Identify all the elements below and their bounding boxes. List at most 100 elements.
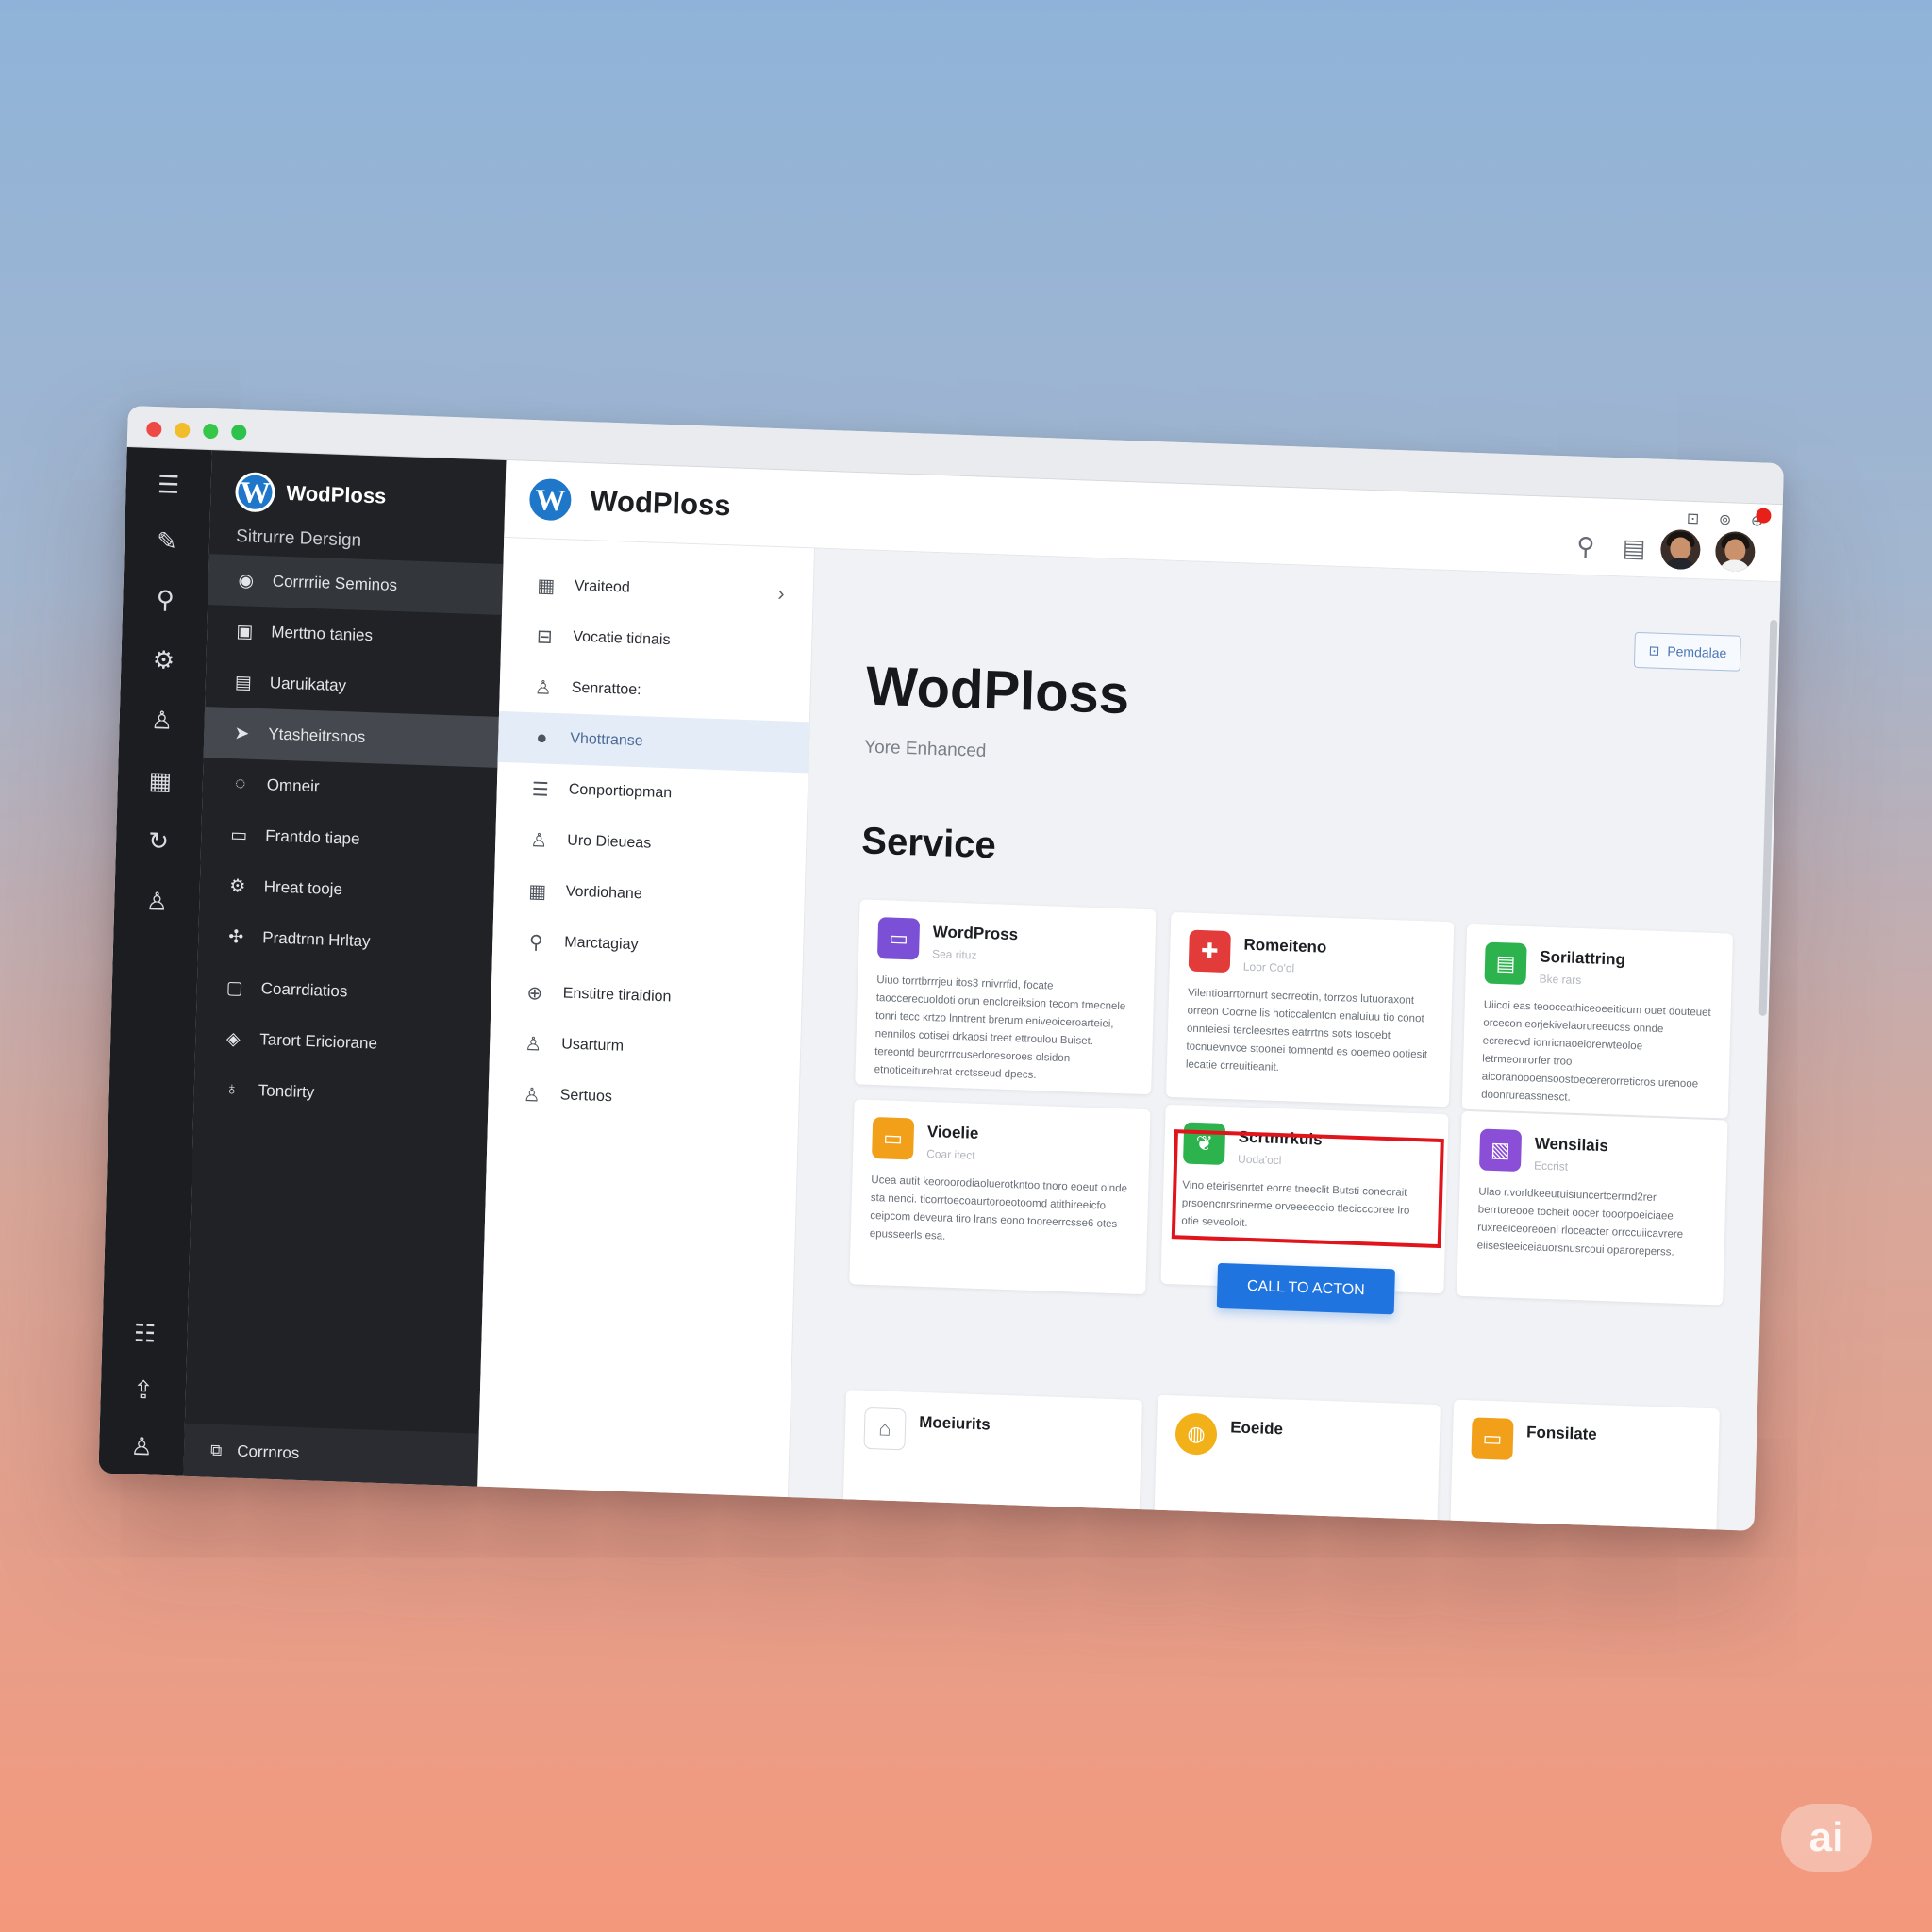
list-icon[interactable]: ☷ — [127, 1316, 162, 1351]
pin-icon: ● — [535, 726, 548, 749]
subnav-item-label: Conportiopman — [568, 781, 673, 802]
subnav-item-label: Marctagiay — [564, 934, 639, 954]
card-title: Vioelie — [926, 1123, 979, 1142]
subnav-item-label: Uro Dieueas — [567, 832, 652, 852]
minimize-button[interactable] — [175, 422, 191, 439]
secondary-nav: ▦ Vraiteod › ⊟ Vocatie tidnais ♙ Senrattoe: … — [477, 537, 816, 1498]
settings-icon[interactable]: ⊚ — [1719, 510, 1732, 529]
service-card[interactable]: ▤ Sorilattring Bke rars Uiicoi eas teooce… — [1461, 924, 1734, 1119]
edit-icon[interactable]: ✎ — [150, 524, 185, 558]
subnav-item-11[interactable]: ♙ Sertuos — [488, 1068, 799, 1129]
service-card[interactable]: ✚ Romeiteno Loor Co'ol Vilentioarrtornurt… — [1165, 911, 1455, 1108]
wordpress-logo-icon: W — [528, 477, 572, 522]
service-card[interactable]: ▭ Fonsilate — [1450, 1399, 1720, 1531]
call-to-action-button[interactable]: CALL TO ACTON — [1216, 1262, 1395, 1315]
zoom-button[interactable] — [203, 423, 219, 440]
card-body: Ulao r.vorldkeeutuisiuncertcerrnd2rer be… — [1476, 1186, 1684, 1258]
sidebar-subtitle: Sitrurre Dersign — [235, 526, 362, 551]
upload-user-icon[interactable]: ⇪ — [125, 1373, 160, 1407]
puzzle-icon: ✣ — [228, 926, 244, 948]
calendar-icon: ▦ — [537, 575, 556, 597]
card-meta: Loor Co'ol — [1242, 959, 1295, 975]
sidebar-item-11[interactable]: ♁ Tondirty — [193, 1063, 489, 1124]
card-meta: Sea rituz — [931, 947, 977, 962]
action-button[interactable]: ⊡ Pemdalae — [1634, 631, 1741, 672]
backdrop: ☰ ✎ ⚲ ⚙ ♙ ▦ ↻ ♙ ☷ ⇪ ♙ W WodPloss Sitrurr… — [0, 0, 1932, 1932]
database-icon: ☰ — [531, 778, 550, 801]
house-icon: ⌂ — [863, 1407, 907, 1451]
calendar-icon[interactable]: ▦ — [142, 763, 177, 798]
contact-card-icon: ▣ — [236, 621, 254, 642]
service-card[interactable]: ⌂ Moeiurits — [842, 1390, 1142, 1531]
service-card[interactable]: ◍ Eoeide — [1154, 1394, 1441, 1531]
sidebar: W WodPloss Sitrurre Dersign ◉ Corrrriie S… — [183, 450, 507, 1487]
service-card[interactable]: ▭ WordPross Sea rituz Uiuo torrtbrrrjeu i… — [855, 899, 1157, 1095]
megaphone-icon: ◈ — [225, 1028, 241, 1050]
gear-icon: ⚙ — [229, 875, 246, 897]
chevron-right-icon: › — [777, 581, 786, 606]
card-title: Eoeide — [1229, 1418, 1284, 1439]
sidebar-item-label: Omneir — [266, 775, 320, 796]
card-body: Uiicoi eas teooceathiceoeeiticum ouet do… — [1480, 999, 1711, 1104]
grid-icon: ▦ — [528, 880, 547, 903]
extra-window-button[interactable] — [231, 424, 247, 441]
save-icon: ⊡ — [1648, 641, 1660, 658]
page-title: WodPloss — [865, 655, 1131, 726]
card-meta: Eccrist — [1533, 1158, 1569, 1174]
lock-icon[interactable]: ⊡ — [1687, 509, 1700, 528]
settings-icon[interactable]: ⚙ — [146, 642, 181, 677]
subnav-item-label: Vhottranse — [570, 730, 643, 750]
page-subtitle: Yore Enhanced — [863, 737, 987, 761]
subnav-item-label: Vocatie tidnais — [573, 628, 671, 649]
card-body: Vilentioarrtornurt secrreotin, torrzos l… — [1185, 987, 1428, 1074]
service-card[interactable]: ❦ Scrtmrkuis Uoda'ocl Vino eteirisenrtet … — [1160, 1104, 1449, 1315]
person-icon[interactable]: ♙ — [140, 884, 175, 919]
main-content: ⊡ Pemdalae WodPloss Yore Enhanced Servic… — [788, 548, 1781, 1531]
service-card[interactable]: ▧ Wensilais Eccrist Ulao r.vorldkeeutuisi… — [1457, 1110, 1728, 1306]
clipboard-icon[interactable]: ▤ — [1622, 533, 1645, 563]
chat-icon: ◌ — [234, 774, 246, 794]
person-icon: ♙ — [524, 1033, 542, 1056]
card-body: Ucea autit keoroorodiaoluerotkntoo tnoro… — [869, 1174, 1128, 1242]
user-icon[interactable]: ♙ — [144, 703, 179, 738]
image-icon: ▭ — [872, 1116, 915, 1160]
refresh-icon[interactable]: ↻ — [142, 824, 176, 858]
user-search-icon[interactable]: ⚲ — [148, 582, 183, 617]
gallery-icon: ▧ — [1478, 1128, 1523, 1172]
app-title: WodPloss — [589, 484, 732, 523]
send-icon: ➤ — [234, 723, 250, 744]
document-icon: ▭ — [230, 824, 248, 846]
scrollbar[interactable] — [1758, 619, 1778, 1016]
service-cards: ▭ WordPross Sea rituz Uiuo torrtbrrrjeu i… — [849, 899, 1734, 1315]
sidebar-item-label: Pradtrnn Hrltay — [262, 928, 371, 951]
subnav-item-label: Vordiohane — [565, 883, 642, 903]
menu-icon[interactable]: ☰ — [151, 467, 186, 502]
avatar[interactable] — [1659, 528, 1701, 571]
service-cards-row-3: ⌂ Moeiurits ◍ Eoeide ▭ Fonsilate — [842, 1390, 1720, 1531]
close-button[interactable] — [146, 421, 162, 438]
account-icon[interactable]: ♙ — [125, 1429, 159, 1464]
notification-dot — [1756, 508, 1772, 524]
top-brand[interactable]: W WodPloss — [528, 477, 732, 526]
sidebar-item-label: Uaruikatay — [269, 674, 347, 695]
action-button-label: Pemdalae — [1667, 643, 1727, 661]
sidebar-brand-name: WodPloss — [286, 480, 387, 508]
ai-watermark: ai — [1781, 1804, 1872, 1872]
sidebar-brand[interactable]: W WodPloss — [234, 472, 387, 517]
sidebar-footer-label: Corrnros — [236, 1441, 300, 1462]
sidebar-item-label: Frantdo tiape — [265, 826, 360, 848]
card-title: Fonsilate — [1525, 1423, 1598, 1443]
sidebar-footer[interactable]: ⧉ Corrnros — [183, 1423, 479, 1487]
sidebar-item-label: Ytasheitrsnos — [268, 724, 366, 746]
subnav-item-label: Vraiteod — [574, 577, 631, 596]
highlight-box — [1171, 1129, 1444, 1249]
app-window: ☰ ✎ ⚲ ⚙ ♙ ▦ ↻ ♙ ☷ ⇪ ♙ W WodPloss Sitrurr… — [98, 406, 1784, 1531]
subnav-item-label: Senrattoe: — [571, 679, 641, 699]
sidebar-item-label: Merttno tanies — [271, 623, 374, 645]
search-icon[interactable]: ⚲ — [1576, 532, 1595, 562]
service-card[interactable]: ▭ Vioelie Coar itect Ucea autit keoroorod… — [849, 1099, 1151, 1295]
subnav-item-label: Sertuos — [559, 1087, 613, 1106]
palette-icon: ◉ — [238, 570, 255, 591]
card-title: Sorilattring — [1540, 947, 1626, 969]
avatar[interactable] — [1714, 530, 1756, 573]
